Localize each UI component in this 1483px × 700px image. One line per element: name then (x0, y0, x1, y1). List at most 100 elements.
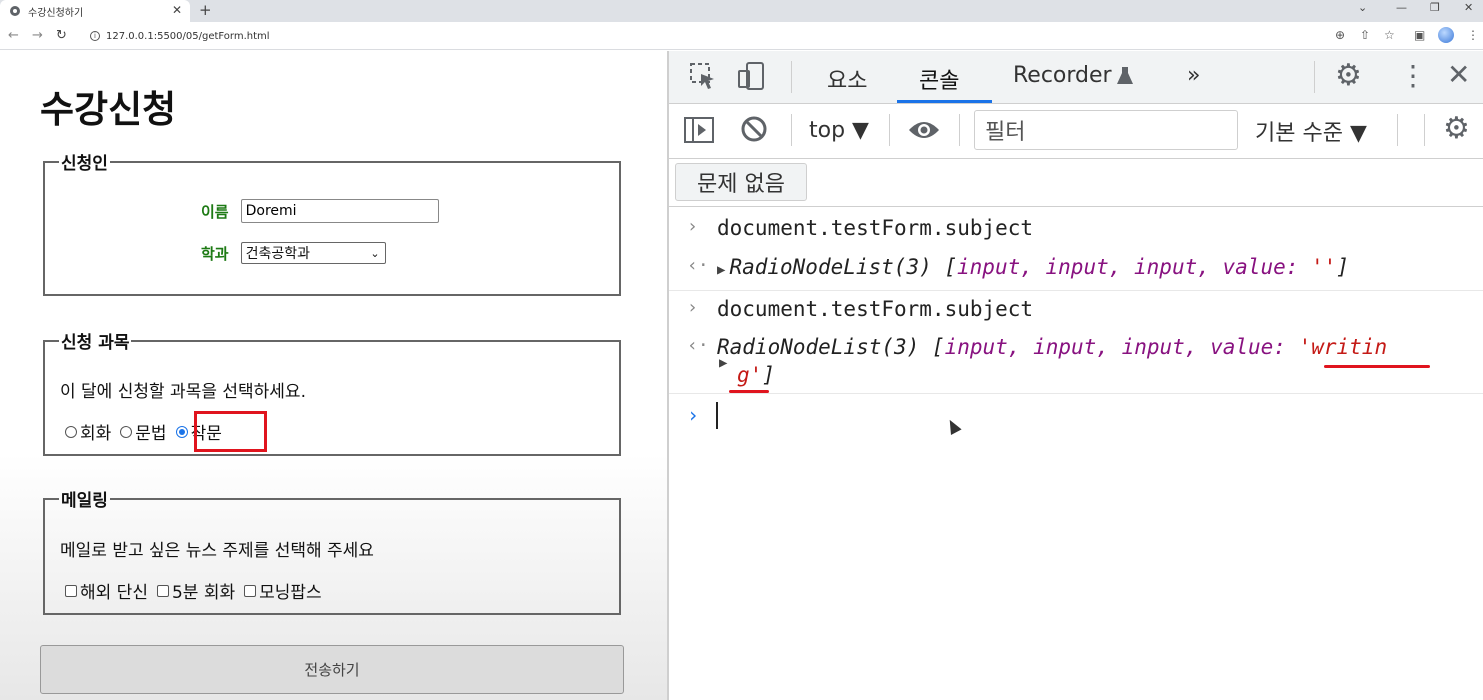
dept-select[interactable]: 건축공학과 ⌄ (240, 242, 386, 264)
console-result-line[interactable]: ‹· ▶ RadioNodeList(3) [input, input, inpu… (669, 255, 1483, 285)
console-input-line: › document.testForm.subject (669, 216, 1483, 246)
tab-search-icon[interactable]: ⌄ (1358, 1, 1367, 14)
console-settings-icon[interactable]: ⚙ (1443, 114, 1470, 144)
active-tab-indicator (897, 100, 992, 103)
toolbar-separator (791, 114, 792, 146)
eye-icon[interactable] (907, 118, 941, 146)
result-items: input, input, input (944, 335, 1185, 359)
mailing-legend: 메일링 (61, 491, 108, 511)
return-arrow-icon: ‹· (687, 255, 709, 276)
zoom-icon[interactable]: ⊕ (1335, 28, 1345, 42)
result-prefix: RadioNodeList(3) [ (717, 335, 945, 359)
console-toolbar: top ▼ 필터 기본 수준 ▼ ⚙ (669, 104, 1483, 159)
value-label: , value: (1184, 335, 1299, 359)
expand-triangle-icon[interactable]: ▶ (719, 355, 727, 371)
sidebar-icon[interactable]: ▣ (1414, 28, 1425, 42)
console-output: › document.testForm.subject ‹· ▶ RadioNod… (669, 208, 1483, 700)
tab-console[interactable]: 콘솔 (919, 63, 959, 95)
inspect-element-icon[interactable] (689, 62, 717, 94)
red-highlight-box (194, 411, 267, 452)
checkbox-overseas[interactable] (65, 584, 77, 597)
mailing-option-morningpops[interactable]: 모닝팝스 (244, 578, 322, 603)
mailing-option-overseas[interactable]: 해외 단신 (65, 578, 148, 603)
site-info-icon[interactable]: i (90, 31, 100, 41)
option-label: 문법 (135, 424, 167, 444)
close-icon[interactable]: ✕ (1447, 60, 1470, 90)
url-text: 127.0.0.1:5500/05/getForm.html (106, 30, 270, 42)
mailing-option-5min[interactable]: 5분 회화 (156, 578, 236, 603)
menu-icon[interactable]: ⋮ (1467, 28, 1479, 42)
gear-icon[interactable]: ⚙ (1335, 61, 1362, 91)
console-divider (669, 393, 1483, 394)
checkbox-5min[interactable] (156, 584, 169, 597)
forward-button[interactable]: → (32, 28, 43, 43)
option-label: 5분 회화 (171, 583, 236, 603)
name-row: 이름 Doremi (201, 199, 439, 223)
sidebar-toggle-icon[interactable] (683, 116, 715, 148)
chevron-right-icon: › (687, 297, 698, 318)
new-tab-button[interactable]: + (199, 1, 212, 19)
option-label: 모닝팝스 (259, 583, 322, 603)
web-page: 수강신청 신청인 이름 Doremi 학과 건축공학과 ⌄ 신청 과목 이 달에… (0, 51, 667, 700)
tab-close-icon[interactable]: ✕ (172, 3, 182, 17)
dept-row: 학과 건축공학과 ⌄ (201, 242, 386, 264)
devtools-panel: 요소 콘솔 Recorder » ⚙ ⋮ ✕ top ▼ 필터 기본 수준 ▼ … (667, 51, 1483, 700)
console-input-line: › document.testForm.subject (669, 297, 1483, 327)
result-suffix: ] (762, 363, 775, 387)
device-toggle-icon[interactable] (737, 61, 767, 95)
clear-console-icon[interactable] (739, 114, 769, 148)
back-button[interactable]: ← (8, 28, 19, 43)
checkbox-morningpops[interactable] (244, 584, 257, 597)
console-result-wrap: g'] (737, 363, 775, 387)
issues-button[interactable]: 문제 없음 (675, 163, 807, 201)
expand-triangle-icon[interactable]: ▶ (717, 262, 725, 278)
more-tabs-button[interactable]: » (1187, 63, 1200, 88)
radio-grammar[interactable] (120, 425, 133, 438)
context-selector[interactable]: top ▼ (809, 118, 869, 143)
toolbar-separator (791, 61, 792, 93)
result-items: input, input, input (957, 255, 1198, 279)
kebab-menu-icon[interactable]: ⋮ (1399, 61, 1427, 91)
toolbar-separator (1397, 114, 1398, 146)
toolbar-separator (1314, 61, 1315, 93)
console-prompt-icon: › (687, 403, 700, 427)
console-result-text: RadioNodeList(3) [input, input, input, v… (717, 335, 1387, 359)
subject-option-conversation[interactable]: 회화 (65, 419, 111, 444)
red-underline (1324, 365, 1430, 368)
close-window-button[interactable]: ✕ (1464, 1, 1473, 14)
result-suffix: ] (1336, 255, 1349, 279)
console-input-text: document.testForm.subject (717, 216, 1034, 240)
profile-avatar[interactable] (1438, 27, 1454, 43)
reload-button[interactable]: ↻ (56, 28, 67, 43)
tab-title: 수강신청하기 (28, 7, 84, 19)
tab-strip: 수강신청하기 ✕ + ⌄ — ❐ ✕ (0, 0, 1483, 22)
radio-writing[interactable] (175, 425, 188, 438)
subject-description: 이 달에 신청할 과목을 선택하세요. (60, 382, 306, 402)
log-level-selector[interactable]: 기본 수준 ▼ (1255, 115, 1367, 147)
result-prefix: RadioNodeList(3) [ (729, 255, 958, 279)
filter-input[interactable]: 필터 (974, 110, 1238, 150)
minimize-button[interactable]: — (1396, 1, 1407, 14)
url-field[interactable]: i 127.0.0.1:5500/05/getForm.html (80, 26, 1415, 46)
chevron-right-icon: › (687, 216, 698, 237)
console-input-text: document.testForm.subject (717, 297, 1034, 321)
name-input[interactable]: Doremi (240, 199, 439, 223)
console-input-caret[interactable] (716, 402, 718, 429)
globe-icon (10, 6, 20, 16)
result-value-part1: 'writin (1298, 335, 1388, 359)
star-icon[interactable]: ☆ (1384, 28, 1395, 42)
option-label: 해외 단신 (80, 583, 148, 603)
submit-button[interactable]: 전송하기 (40, 645, 624, 694)
radio-conversation[interactable] (65, 425, 77, 438)
share-icon[interactable]: ⇧ (1360, 28, 1370, 42)
page-title: 수강신청 (40, 88, 177, 131)
browser-tab[interactable]: 수강신청하기 ✕ (0, 0, 190, 22)
devtools-tabbar: 요소 콘솔 Recorder » ⚙ ⋮ ✕ (669, 51, 1483, 104)
dept-selected-value: 건축공학과 (245, 246, 311, 262)
result-value-part2: g' (737, 363, 763, 387)
tab-recorder[interactable]: Recorder (1013, 63, 1112, 88)
console-divider (669, 290, 1483, 291)
restore-button[interactable]: ❐ (1430, 1, 1440, 14)
subject-option-grammar[interactable]: 문법 (120, 419, 167, 444)
tab-elements[interactable]: 요소 (827, 63, 867, 95)
